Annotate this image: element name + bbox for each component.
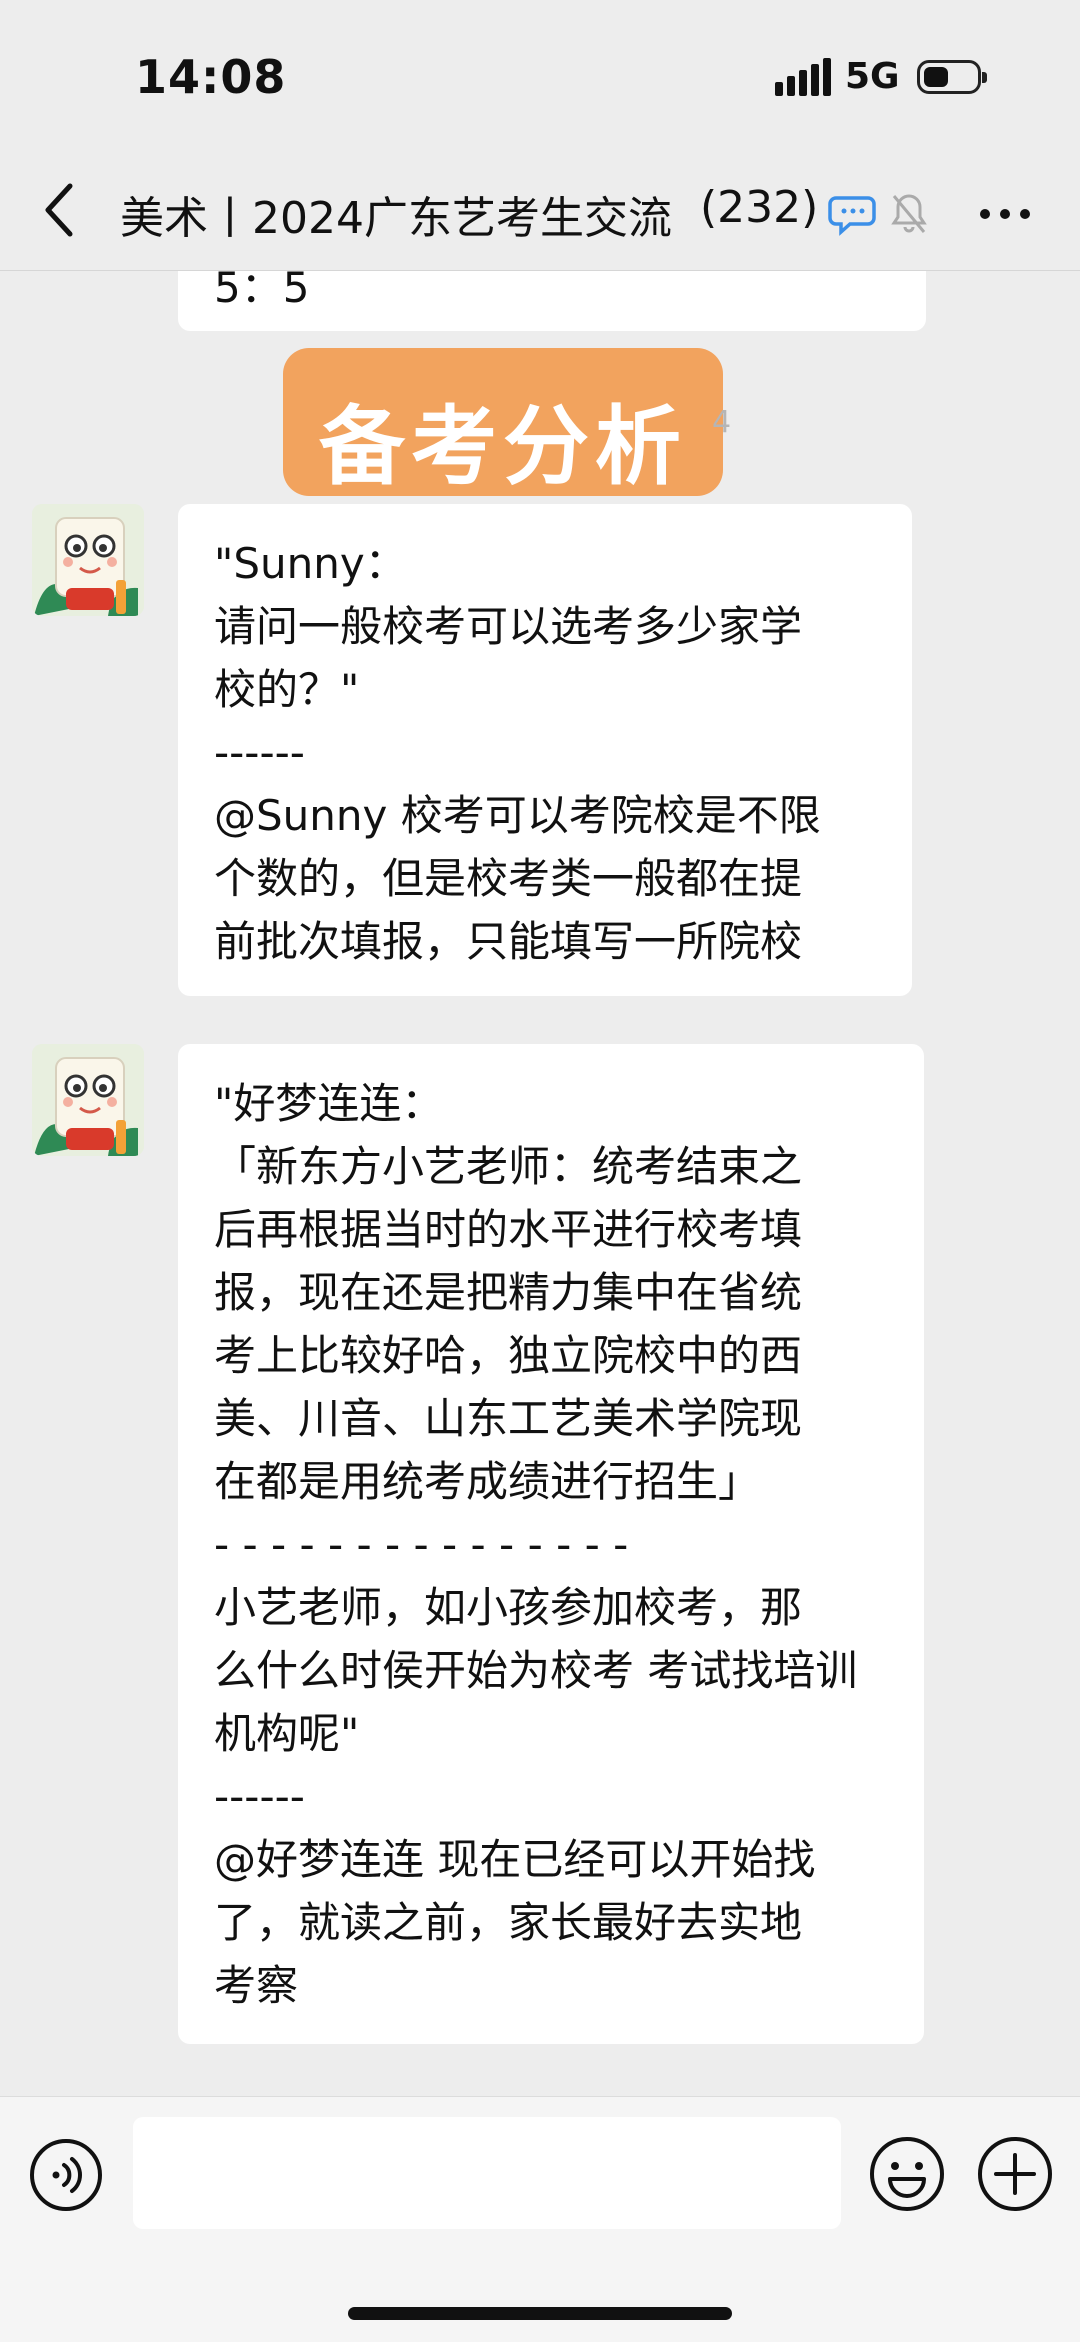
banner-text: 备考分析: [319, 397, 687, 497]
avatar[interactable]: [32, 1044, 144, 1156]
message-line: ------: [214, 728, 305, 777]
message-line: 在都是用统考成绩进行招生」: [214, 1457, 761, 1506]
message-bubble-partial[interactable]: 5：5: [178, 271, 926, 331]
voice-icon[interactable]: [28, 2137, 104, 2213]
message-line: @好梦连连 现在已经可以开始找: [214, 1835, 816, 1884]
cartoon-character-avatar: [32, 1044, 144, 1156]
status-time: 14:08: [135, 50, 287, 104]
chat-title: 美术丨2024广东艺考生交流: [120, 193, 672, 244]
message-line: 么什么时侯开始为校考 考试找培训: [214, 1646, 858, 1695]
message-line: "好梦连连：: [214, 1079, 444, 1128]
banner-image[interactable]: 备考分析: [283, 348, 723, 497]
signal-icon: [775, 58, 831, 96]
message-line: 机构呢": [214, 1709, 360, 1758]
avatar[interactable]: [32, 504, 144, 616]
message-line: 后再根据当时的水平进行校考填: [214, 1205, 803, 1254]
message-line: - - - - - - - - - - - - - - -: [214, 1520, 629, 1569]
message-line: 「新东方小艺老师：统考结束之: [214, 1142, 803, 1191]
message-line: 考上比较好哈，独立院校中的西: [214, 1331, 803, 1380]
message-line: 小艺老师，如小孩参加校考，那: [214, 1583, 803, 1632]
message-line: @Sunny 校考可以考院校是不限: [214, 791, 821, 840]
message-line: 报，现在还是把精力集中在省统: [214, 1268, 803, 1317]
more-dots-icon[interactable]: [975, 194, 1035, 234]
message-bubble[interactable]: "Sunny： 请问一般校考可以选考多少家学 校的？" ------ @Sunn…: [178, 504, 912, 996]
message-line: 个数的，但是校考类一般都在提: [214, 854, 803, 903]
message-input[interactable]: [133, 2117, 841, 2229]
network-label: 5G: [845, 56, 900, 97]
chat-bubble-icon: [828, 196, 876, 236]
message-line: 考察: [214, 1961, 299, 2010]
emoji-icon[interactable]: [868, 2135, 946, 2213]
cartoon-character-avatar: [32, 504, 144, 616]
message-line: 请问一般校考可以选考多少家学: [214, 602, 803, 651]
chat-area[interactable]: 5：5 备考分析 4 "Sunny： 请问一般校考可以选考多少家学 校的？" -…: [0, 271, 1080, 2096]
nav-bar: 美术丨2024广东艺考生交流 (232): [0, 160, 1080, 271]
plus-icon[interactable]: [976, 2135, 1054, 2213]
member-count: (232): [700, 182, 819, 233]
battery-icon: [917, 60, 987, 94]
message-line: 美、川音、山东工艺美术学院现: [214, 1394, 803, 1443]
message-bubble[interactable]: "好梦连连： 「新东方小艺老师：统考结束之 后再根据当时的水平进行校考填 报，现…: [178, 1044, 924, 2044]
message-line: 校的？": [214, 665, 360, 714]
message-line: ------: [214, 1772, 305, 1821]
chat-title-wrap[interactable]: 美术丨2024广东艺考生交流: [120, 182, 700, 246]
message-line: 了，就读之前，家长最好去实地: [214, 1898, 803, 1947]
message-text: 5：5: [214, 271, 310, 312]
message-line: 前批次填报，只能填写一所院校: [214, 917, 803, 966]
composer-bar: [0, 2096, 1080, 2342]
mute-bell-icon: [891, 194, 927, 233]
ghost-text: 4: [712, 405, 732, 440]
status-bar: 14:08 5G: [0, 0, 1080, 160]
home-indicator: [348, 2307, 732, 2320]
message-line: "Sunny：: [214, 539, 407, 588]
chevron-left-icon[interactable]: [40, 180, 80, 240]
